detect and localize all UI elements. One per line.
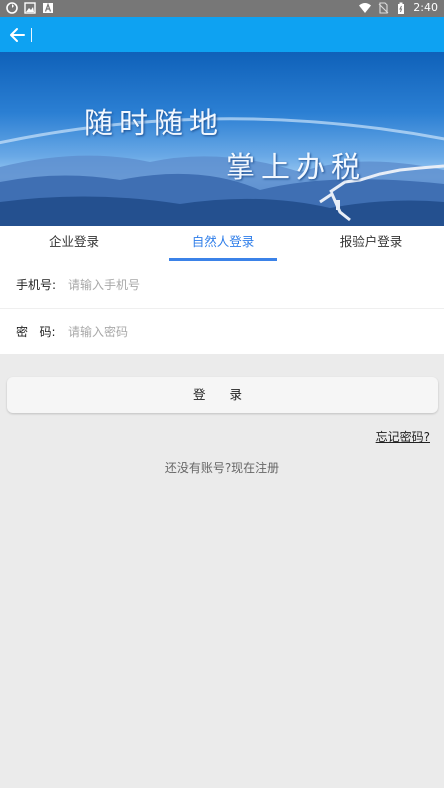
tab-inspection-login[interactable]: 报验户登录 [298, 226, 444, 262]
title-cursor [31, 28, 32, 42]
login-form: 手机号: 密 码: [0, 262, 444, 354]
no-sim-icon [377, 1, 389, 14]
register-link[interactable]: 还没有账号?现在注册 [0, 459, 444, 476]
tab-enterprise-login[interactable]: 企业登录 [0, 226, 148, 262]
password-row: 密 码: [0, 309, 444, 355]
password-input[interactable] [68, 321, 428, 343]
arrow-left-icon [10, 28, 25, 42]
login-type-tabs: 企业登录 自然人登录 报验户登录 [0, 226, 444, 262]
sync-icon [6, 2, 18, 14]
login-button[interactable]: 登 录 [7, 377, 438, 413]
app-bar [0, 17, 444, 52]
status-bar: 2:40 [0, 0, 444, 17]
active-tab-indicator [169, 258, 277, 261]
font-icon [42, 2, 54, 14]
phone-label: 手机号: [16, 278, 57, 292]
phone-input[interactable] [68, 274, 428, 296]
image-icon [24, 2, 36, 14]
back-button[interactable] [6, 23, 32, 47]
banner-slogan-line1: 随时随地 [84, 106, 225, 140]
phone-row: 手机号: [0, 262, 444, 309]
status-time: 2:40 [413, 1, 438, 14]
banner-image: 随时随地 掌上办税 [0, 52, 444, 226]
forgot-password-link[interactable]: 忘记密码? [376, 428, 430, 445]
tab-individual-login[interactable]: 自然人登录 [148, 226, 298, 262]
wifi-icon [359, 2, 372, 14]
banner-slogan-line2: 掌上办税 [226, 150, 367, 184]
password-label: 密 码: [16, 325, 56, 339]
battery-icon [395, 2, 407, 14]
